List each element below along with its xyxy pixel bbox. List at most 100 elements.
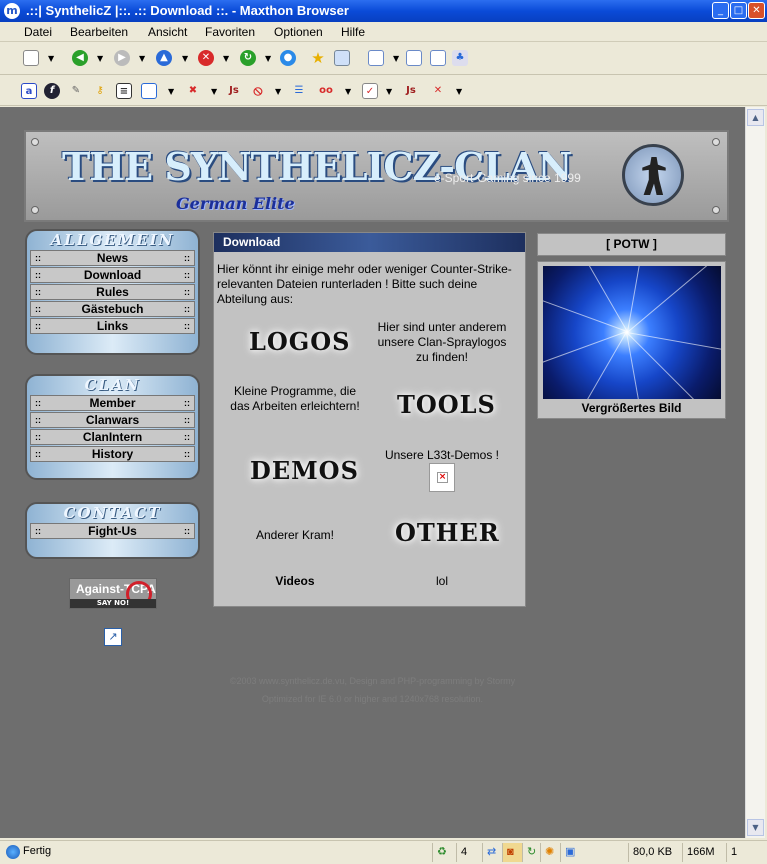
maximize-button[interactable]: □	[730, 2, 747, 19]
minimize-button[interactable]: _	[712, 2, 729, 19]
users-icon[interactable]: ♣	[452, 50, 468, 66]
broken-image-icon[interactable]: ×	[429, 463, 455, 492]
dropdown-arrow-icon[interactable]: ▼	[456, 87, 462, 96]
nav-header-allgemein: ALLGEMEIN	[50, 231, 175, 249]
site-banner: THE SYNTHELICZ-CLAN German Elite e-Sport…	[24, 130, 729, 222]
up-icon[interactable]: ▲	[156, 50, 172, 66]
nav-header-clan: CLAN	[84, 376, 141, 394]
against-tcpa-banner[interactable]: Against-TCPA SAY NO!	[69, 578, 157, 609]
flash-icon[interactable]: f	[44, 83, 60, 99]
scroll-up-icon[interactable]: ▲	[747, 109, 764, 126]
stop-icon[interactable]: ✕	[198, 50, 214, 66]
globe-icon	[6, 845, 20, 859]
slogan: e-Sport-Gaming since 1999	[434, 171, 581, 185]
blocker-icon[interactable]: ◙	[502, 843, 522, 862]
new-page-icon[interactable]	[23, 50, 39, 66]
home-icon[interactable]: ●	[280, 50, 296, 66]
nav-item-rules[interactable]: Rules	[30, 284, 195, 300]
plugin-icon[interactable]: ✎	[68, 83, 84, 99]
dropdown-arrow-icon[interactable]: ▼	[275, 87, 281, 96]
title-bar: m .::| SynthelicZ |::. .:: Download ::. …	[0, 0, 767, 22]
key-icon[interactable]: ⚷	[92, 83, 108, 99]
nav-header-contact: CONTACT	[63, 504, 162, 522]
nav-item-gaestebuch[interactable]: Gästebuch	[30, 301, 195, 317]
nav-item-news[interactable]: News	[30, 250, 195, 266]
javascript-icon[interactable]: Js	[226, 83, 242, 99]
potw-image[interactable]	[543, 266, 721, 399]
dropdown-arrow-icon[interactable]: ▼	[168, 87, 174, 96]
logos-link[interactable]: LOGOS	[249, 327, 351, 356]
menu-optionen[interactable]: Optionen	[274, 25, 323, 39]
dropdown-arrow-icon[interactable]: ▼	[265, 54, 271, 63]
table-icon[interactable]	[141, 83, 157, 99]
bolt-icon	[712, 138, 720, 146]
clan-subtitle: German Elite	[176, 194, 295, 213]
demos-description: Unsere L33t-Demos !	[384, 448, 500, 462]
page-icon[interactable]: a	[21, 83, 37, 99]
document-icon[interactable]: ≡	[116, 83, 132, 99]
refresh-icon[interactable]: ↻	[240, 50, 256, 66]
block-popup-icon[interactable]: ⦸	[250, 83, 266, 99]
menu-hilfe[interactable]: Hilfe	[341, 25, 365, 39]
nav-item-links[interactable]: Links	[30, 318, 195, 334]
dropdown-arrow-icon[interactable]: ▼	[139, 54, 145, 63]
maxthon-icon[interactable]: m	[4, 3, 20, 19]
dropdown-arrow-icon[interactable]: ▼	[223, 54, 229, 63]
nav-item-member[interactable]: Member	[30, 395, 195, 411]
layout-icon[interactable]	[368, 50, 384, 66]
media-icon[interactable]: oo	[318, 83, 334, 99]
status-text: Fertig	[23, 845, 52, 857]
nav-box-allgemein: ALLGEMEIN News Download Rules Gästebuch …	[25, 229, 200, 355]
memory-usage: 166M	[682, 843, 722, 862]
scroll-down-icon[interactable]: ▼	[747, 819, 764, 836]
dropdown-arrow-icon[interactable]: ▼	[97, 54, 103, 63]
dropdown-arrow-icon[interactable]: ▼	[345, 87, 351, 96]
window-icon[interactable]: ▣	[560, 843, 582, 862]
status-bar: Fertig ♻ 4 ⇄ ◙ ↻ ✺ ▣ 80,0 KB 166M 1	[0, 840, 767, 864]
menu-favoriten[interactable]: Favoriten	[205, 25, 255, 39]
window-title: .::| SynthelicZ |::. .:: Download ::. - …	[26, 3, 349, 18]
menu-ansicht[interactable]: Ansicht	[148, 25, 187, 39]
close-all-icon[interactable]: ✕	[430, 83, 446, 99]
download-intro: Hier könnt ihr einige mehr oder weniger …	[217, 262, 512, 306]
dropdown-arrow-icon[interactable]: ▼	[393, 54, 399, 63]
nav-item-download[interactable]: Download	[30, 267, 195, 283]
sync-icon[interactable]: ⇄	[482, 843, 502, 862]
other-link[interactable]: OTHER	[395, 518, 500, 547]
dropdown-arrow-icon[interactable]: ▼	[48, 54, 54, 63]
checkbox-icon[interactable]: ✓	[362, 83, 378, 99]
lol-link[interactable]: lol	[373, 574, 511, 589]
favorites-star-icon[interactable]: ★	[310, 50, 326, 66]
split-view-icon[interactable]	[430, 50, 446, 66]
dropdown-arrow-icon[interactable]: ▼	[386, 87, 392, 96]
menu-bearbeiten[interactable]: Bearbeiten	[70, 25, 128, 39]
close-button[interactable]: ✕	[748, 2, 765, 19]
nav-item-history[interactable]: History	[30, 446, 195, 462]
history-icon[interactable]	[334, 50, 350, 66]
tools-description: Kleine Programme, die das Arbeiten erlei…	[230, 384, 360, 413]
logos-description: Hier sind unter anderem unsere Clan-Spra…	[377, 320, 507, 364]
forward-icon[interactable]: ▶	[114, 50, 130, 66]
recycle-icon[interactable]: ♻	[432, 843, 456, 862]
status-count: 4	[456, 843, 482, 862]
sun-icon[interactable]: ✺	[540, 843, 560, 862]
nav-item-clanintern[interactable]: ClanIntern	[30, 429, 195, 445]
back-icon[interactable]: ◀	[72, 50, 88, 66]
nav-item-clanwars[interactable]: Clanwars	[30, 412, 195, 428]
potw-caption[interactable]: Vergrößertes Bild	[538, 401, 725, 415]
bolt-icon	[31, 206, 39, 214]
nav-item-fight-us[interactable]: Fight-Us	[30, 523, 195, 539]
demos-link[interactable]: DEMOS	[250, 456, 359, 485]
no-images-icon[interactable]: ✖	[185, 83, 201, 99]
list-icon[interactable]: ☰	[291, 83, 307, 99]
tools-link[interactable]: TOOLS	[397, 390, 496, 419]
script-icon[interactable]: Js	[403, 83, 419, 99]
vertical-scrollbar[interactable]: ▲ ▼	[745, 107, 765, 838]
statistics-icon[interactable]: ↗	[104, 628, 122, 646]
fullscreen-icon[interactable]	[406, 50, 422, 66]
dropdown-arrow-icon[interactable]: ▼	[211, 87, 217, 96]
videos-link[interactable]: Videos	[226, 574, 364, 589]
dropdown-arrow-icon[interactable]: ▼	[182, 54, 188, 63]
menu-datei[interactable]: Datei	[24, 25, 52, 39]
refresh-status-icon[interactable]: ↻	[522, 843, 540, 862]
